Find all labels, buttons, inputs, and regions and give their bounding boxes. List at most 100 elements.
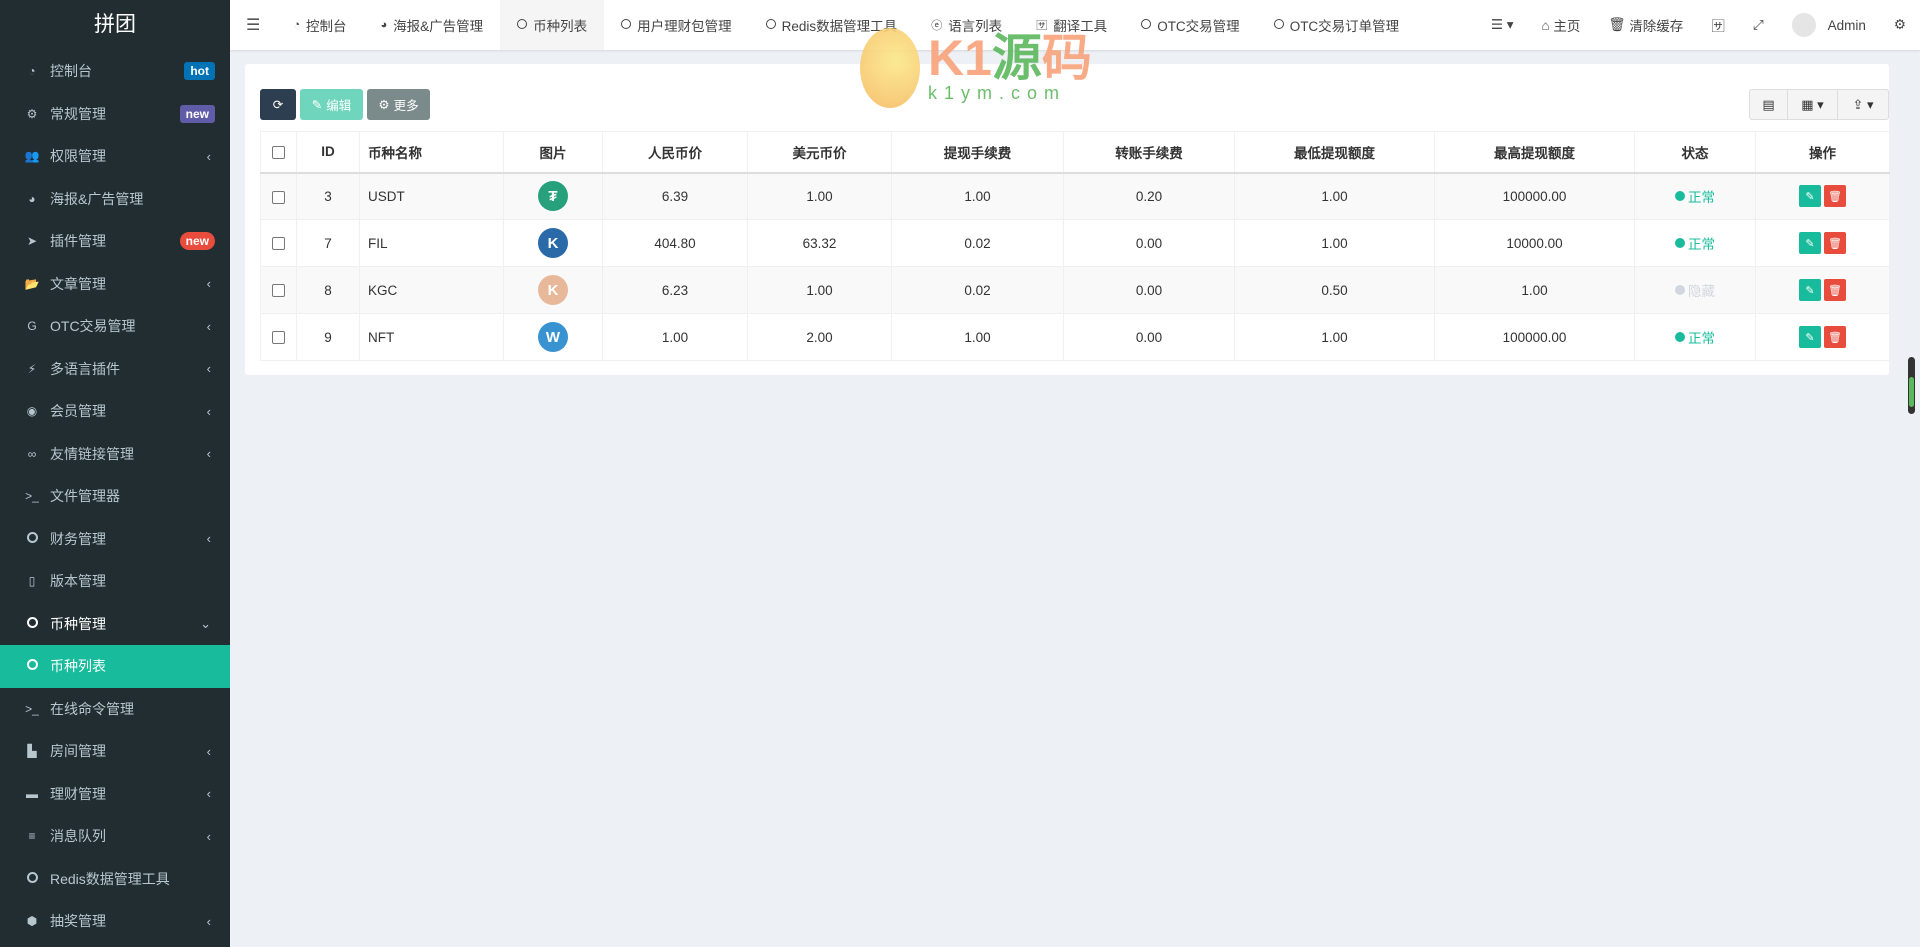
edit-row-button[interactable]: ✎ — [1799, 279, 1821, 301]
status-cell: 隐藏 — [1634, 266, 1756, 314]
column-header[interactable]: 最高提现额度 — [1434, 131, 1635, 174]
delete-row-button[interactable]: 🗑 — [1824, 185, 1846, 208]
sidebar-item[interactable]: ∞ 友情链接管理 ‹ — [0, 433, 230, 476]
status-dot-icon — [1675, 332, 1685, 342]
sidebar-item[interactable]: ◉ 会员管理 ‹ — [0, 390, 230, 433]
sidebar-item[interactable]: ▙ 房间管理 ‹ — [0, 730, 230, 773]
column-header[interactable]: 人民币价 — [602, 131, 748, 174]
sidebar-item[interactable]: 财务管理 ‹ — [0, 518, 230, 561]
link-icon: ∞ — [27, 446, 37, 461]
nav-tab[interactable]: ◔ 控制台 — [276, 0, 363, 50]
sidebar-item[interactable]: ◔ 控制台 hot — [0, 50, 230, 93]
sidebar-item[interactable]: ⬢ 抽奖管理 ‹ — [0, 900, 230, 943]
translate-icon[interactable]: 🈂 — [1697, 15, 1739, 35]
circle-icon — [1141, 18, 1152, 32]
select-all-checkbox[interactable] — [272, 146, 285, 160]
table-tools: ▤ ▦ ▾ ⇪ ▾ — [1749, 89, 1889, 120]
terminal-icon: >_ — [25, 701, 39, 716]
column-header[interactable]: 提现手续费 — [891, 131, 1064, 174]
page-scrollbar[interactable] — [1908, 357, 1915, 414]
home-link[interactable]: ⌂ 主页 — [1528, 15, 1595, 35]
settings-gears-icon[interactable]: ⚙ — [1880, 17, 1920, 33]
column-header[interactable]: ID — [296, 131, 360, 174]
sidebar-item[interactable]: ≡ 消息队列 ‹ — [0, 815, 230, 858]
delete-row-button[interactable]: 🗑 — [1824, 232, 1846, 254]
row-checkbox[interactable] — [272, 237, 285, 251]
nav-tab[interactable]: 用户理财包管理 — [604, 0, 749, 50]
nav-tab[interactable]: 🈂 翻译工具 — [1019, 0, 1124, 50]
nav-menu-dropdown[interactable]: ☰ ▾ — [1477, 17, 1528, 33]
fullscreen-icon[interactable]: ⤢ — [1739, 17, 1778, 33]
delete-row-button[interactable]: 🗑 — [1824, 279, 1846, 301]
user-menu[interactable]: Admin — [1778, 13, 1880, 37]
nav-tab[interactable]: 币种列表 — [500, 0, 605, 50]
row-checkbox[interactable] — [272, 190, 285, 204]
edit-row-button[interactable]: ✎ — [1799, 185, 1821, 208]
more-button[interactable]: ⚙ 更多 — [367, 89, 430, 120]
export-dropdown[interactable]: ⇪ ▾ — [1838, 90, 1888, 119]
max-withdraw-cell: 100000.00 — [1434, 172, 1635, 220]
sidebar-toggle-icon[interactable]: ☰ — [230, 15, 276, 35]
home-icon: ⌂ — [1541, 17, 1554, 33]
edit-button[interactable]: ✎ 编辑 — [300, 89, 363, 120]
sidebar-item[interactable]: ◕ 海报&广告管理 — [0, 178, 230, 221]
sidebar-item[interactable]: ▯ 版本管理 — [0, 560, 230, 603]
sidebar-item[interactable]: >_ 文件管理器 — [0, 475, 230, 518]
column-header[interactable]: 美元币价 — [747, 131, 892, 174]
sidebar-item-label: 币种列表 — [50, 658, 106, 675]
sidebar-item[interactable]: G OTC交易管理 ‹ — [0, 305, 230, 348]
row-checkbox[interactable] — [272, 331, 285, 345]
refresh-button[interactable]: ⟳ — [260, 89, 296, 120]
column-header[interactable]: 操作 — [1755, 131, 1890, 174]
nav-tab[interactable]: ⓔ 语言列表 — [914, 0, 1019, 50]
status-label: 正常 — [1688, 237, 1715, 252]
column-header[interactable]: 最低提现额度 — [1234, 131, 1435, 174]
coin-logo-icon[interactable]: K — [538, 228, 568, 258]
column-header[interactable]: 转账手续费 — [1063, 131, 1235, 174]
sidebar-item-label: Redis数据管理工具 — [50, 870, 170, 887]
coin-logo-icon[interactable]: K — [538, 275, 568, 305]
nav-tab[interactable]: OTC交易管理 — [1124, 0, 1257, 50]
sidebar-item[interactable]: 📂 文章管理 ‹ — [0, 263, 230, 306]
nav-tab-label: 语言列表 — [948, 19, 1003, 34]
sidebar-item[interactable]: Redis数据管理工具 — [0, 858, 230, 901]
sidebar-item[interactable]: ⚙ 常规管理 new — [0, 93, 230, 136]
sidebar-item[interactable]: 币种管理 ⌄ — [0, 603, 230, 646]
edit-row-button[interactable]: ✎ — [1799, 232, 1821, 254]
column-header[interactable]: 图片 — [503, 131, 603, 174]
toggle-view-button[interactable]: ▤ — [1750, 90, 1788, 119]
file-text-icon: ▯ — [28, 574, 36, 589]
column-header[interactable]: 币种名称 — [359, 131, 504, 174]
row-checkbox[interactable] — [272, 284, 285, 298]
columns-dropdown[interactable]: ▦ ▾ — [1788, 90, 1838, 119]
pencil-icon: ✎ — [311, 98, 323, 112]
actions-cell: ✎ 🗑 — [1755, 266, 1890, 314]
clear-cache-button[interactable]: 🗑 清除缓存 — [1594, 15, 1697, 35]
sidebar-item-label: 海报&广告管理 — [50, 190, 144, 207]
nav-tab[interactable]: OTC交易订单管理 — [1257, 0, 1417, 50]
usd-price-cell: 2.00 — [747, 313, 892, 361]
sidebar-item[interactable]: 👥 权限管理 ‹ — [0, 135, 230, 178]
translate-icon: 🈂 — [1036, 20, 1048, 32]
sidebar-item[interactable]: ⚡ 多语言插件 ‹ — [0, 348, 230, 391]
sidebar-item[interactable]: >_ 在线命令管理 — [0, 688, 230, 731]
coin-logo-icon[interactable]: ₮ — [538, 181, 568, 212]
column-header[interactable]: 状态 — [1634, 131, 1756, 174]
sidebar-item[interactable]: ➤ 插件管理 new — [0, 220, 230, 263]
sidebar-item-label: 控制台 — [50, 63, 92, 80]
circle-icon — [765, 18, 776, 32]
app-logo[interactable]: 拼团 — [0, 0, 230, 50]
content-panel: ⟳ ✎ 编辑 ⚙ 更多 ▤ ▦ ▾ ⇪ ▾ ID 币种名称 图片 人民币价 美元币价 提现手续… — [245, 64, 1890, 375]
nav-tab[interactable]: Redis数据管理工具 — [749, 0, 915, 50]
sidebar-item-label: 文件管理器 — [50, 488, 120, 505]
sidebar-item-label: 常规管理 — [50, 105, 106, 122]
nav-tab[interactable]: ◕ 海报&广告管理 — [364, 0, 501, 50]
sidebar-item[interactable]: ▬ 理财管理 ‹ — [0, 773, 230, 816]
sidebar-item[interactable]: 币种列表 — [0, 645, 230, 688]
coin-logo-icon[interactable]: W — [538, 322, 568, 352]
cogs-icon: ⚙ — [26, 106, 38, 121]
edit-row-button[interactable]: ✎ — [1799, 326, 1821, 348]
list-alt-icon: ▤ — [1762, 96, 1775, 112]
status-label: 隐藏 — [1688, 284, 1715, 299]
delete-row-button[interactable]: 🗑 — [1824, 326, 1846, 348]
